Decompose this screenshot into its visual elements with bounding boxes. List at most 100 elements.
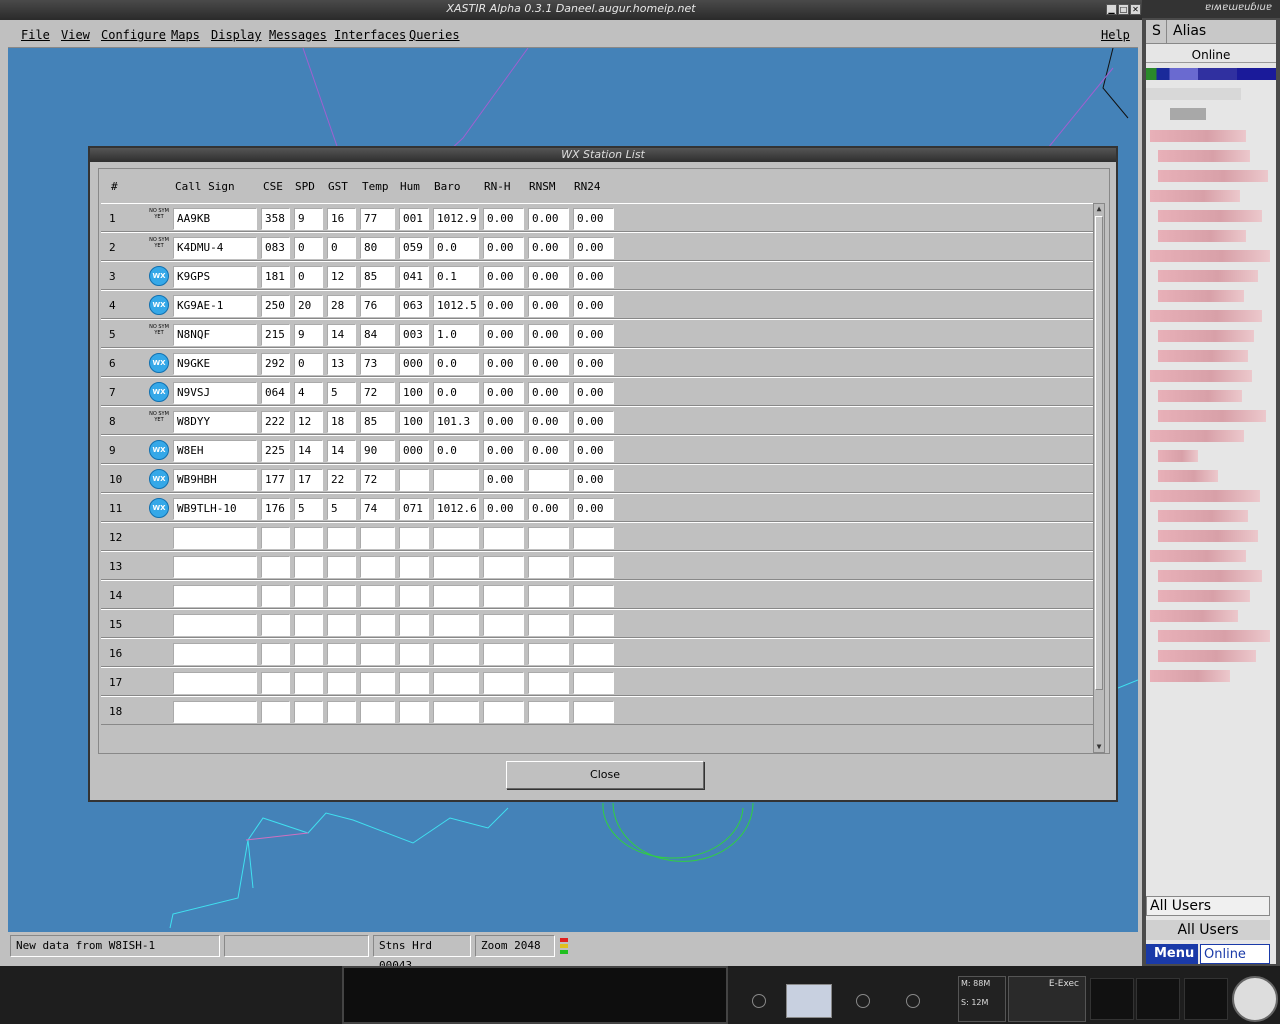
cell-hum[interactable]: 001 (399, 208, 429, 230)
buddy-entry[interactable] (1158, 530, 1258, 542)
cell-call[interactable]: W8EH (173, 440, 257, 462)
cell-temp[interactable] (360, 701, 395, 723)
cell-baro[interactable]: 101.3 (433, 411, 479, 433)
cell-call[interactable] (173, 672, 257, 694)
cell-hum[interactable]: 100 (399, 382, 429, 404)
cell-rnsm[interactable]: 0.00 (528, 498, 569, 520)
cell-rnsm[interactable]: 0.00 (528, 440, 569, 462)
buddy-entry[interactable] (1170, 108, 1206, 120)
cell-temp[interactable]: 72 (360, 382, 395, 404)
cell-spd[interactable] (294, 643, 323, 665)
cell-baro[interactable] (433, 556, 479, 578)
cell-spd[interactable]: 14 (294, 440, 323, 462)
cell-hum[interactable]: 071 (399, 498, 429, 520)
cell-call[interactable] (173, 585, 257, 607)
menu-interfaces[interactable]: Interfaces (334, 28, 406, 42)
cell-cse[interactable] (261, 701, 290, 723)
cell-spd[interactable]: 0 (294, 266, 323, 288)
cell-temp[interactable]: 72 (360, 469, 395, 491)
cpu-graph-icon[interactable] (1184, 978, 1228, 1020)
cell-hum[interactable]: 000 (399, 440, 429, 462)
menu-maps[interactable]: Maps (171, 28, 200, 42)
cell-rn24[interactable]: 0.00 (573, 469, 614, 491)
cell-rnh[interactable] (483, 672, 524, 694)
cell-temp[interactable]: 77 (360, 208, 395, 230)
column-alias[interactable]: Alias (1173, 23, 1206, 39)
column-s[interactable]: S (1152, 23, 1161, 39)
cell-spd[interactable] (294, 672, 323, 694)
buddy-entry[interactable] (1158, 410, 1266, 422)
cell-baro[interactable] (433, 527, 479, 549)
cell-rnsm[interactable] (528, 701, 569, 723)
cell-call[interactable]: W8DYY (173, 411, 257, 433)
cell-hum[interactable] (399, 556, 429, 578)
cell-rnh[interactable] (483, 527, 524, 549)
buddy-entry[interactable] (1158, 630, 1270, 642)
cell-gst[interactable]: 5 (327, 498, 356, 520)
buddy-entry[interactable] (1150, 250, 1270, 262)
cell-baro[interactable]: 1012.6 (433, 498, 479, 520)
cell-spd[interactable]: 0 (294, 237, 323, 259)
cell-call[interactable]: KG9AE-1 (173, 295, 257, 317)
cell-rnsm[interactable] (528, 643, 569, 665)
cell-baro[interactable]: 1.0 (433, 324, 479, 346)
close-button[interactable]: Close (506, 761, 704, 789)
cell-temp[interactable]: 73 (360, 353, 395, 375)
cell-temp[interactable]: 76 (360, 295, 395, 317)
cell-cse[interactable] (261, 585, 290, 607)
buddy-entry[interactable] (1158, 650, 1256, 662)
cell-rnh[interactable]: 0.00 (483, 382, 524, 404)
buddy-entry[interactable] (1150, 610, 1238, 622)
all-users-field[interactable]: All Users (1146, 896, 1270, 916)
cell-rn24[interactable] (573, 585, 614, 607)
cell-gst[interactable] (327, 556, 356, 578)
buddy-entry[interactable] (1150, 370, 1252, 382)
cell-rn24[interactable]: 0.00 (573, 411, 614, 433)
cell-temp[interactable]: 85 (360, 411, 395, 433)
cell-cse[interactable] (261, 556, 290, 578)
cell-cse[interactable]: 250 (261, 295, 290, 317)
cell-rn24[interactable]: 0.00 (573, 382, 614, 404)
cell-cse[interactable] (261, 643, 290, 665)
cell-gst[interactable]: 16 (327, 208, 356, 230)
cell-spd[interactable]: 9 (294, 208, 323, 230)
cell-rnsm[interactable]: 0.00 (528, 353, 569, 375)
cell-spd[interactable] (294, 614, 323, 636)
cell-hum[interactable]: 041 (399, 266, 429, 288)
cell-gst[interactable] (327, 672, 356, 694)
maximize-button[interactable]: □ (1118, 4, 1129, 15)
cell-rnh[interactable] (483, 643, 524, 665)
cell-gst[interactable]: 14 (327, 324, 356, 346)
cell-cse[interactable]: 215 (261, 324, 290, 346)
buddy-entry[interactable] (1158, 450, 1198, 462)
cell-rnh[interactable] (483, 585, 524, 607)
buddy-entry[interactable] (1158, 290, 1244, 302)
online-status-button[interactable]: Online (1200, 944, 1270, 964)
cell-rnh[interactable]: 0.00 (483, 411, 524, 433)
cell-spd[interactable]: 9 (294, 324, 323, 346)
cell-spd[interactable] (294, 527, 323, 549)
cell-rn24[interactable]: 0.00 (573, 208, 614, 230)
cell-temp[interactable] (360, 672, 395, 694)
buddy-entry[interactable] (1158, 230, 1246, 242)
cell-gst[interactable]: 12 (327, 266, 356, 288)
cell-spd[interactable]: 20 (294, 295, 323, 317)
cell-gst[interactable] (327, 585, 356, 607)
cell-cse[interactable]: 064 (261, 382, 290, 404)
cell-rn24[interactable] (573, 672, 614, 694)
cell-call[interactable] (173, 643, 257, 665)
cell-temp[interactable] (360, 614, 395, 636)
cell-rnh[interactable]: 0.00 (483, 498, 524, 520)
cell-rnsm[interactable] (528, 556, 569, 578)
desktop-pager[interactable] (342, 966, 728, 1024)
cell-rnsm[interactable]: 0.00 (528, 382, 569, 404)
cell-gst[interactable] (327, 527, 356, 549)
cell-baro[interactable] (433, 585, 479, 607)
selected-buddy[interactable] (1146, 68, 1276, 80)
buddy-entry[interactable] (1150, 430, 1244, 442)
cell-rnsm[interactable]: 0.00 (528, 266, 569, 288)
cell-baro[interactable]: 0.1 (433, 266, 479, 288)
cell-rnh[interactable] (483, 614, 524, 636)
cell-spd[interactable] (294, 701, 323, 723)
cell-rnsm[interactable] (528, 672, 569, 694)
